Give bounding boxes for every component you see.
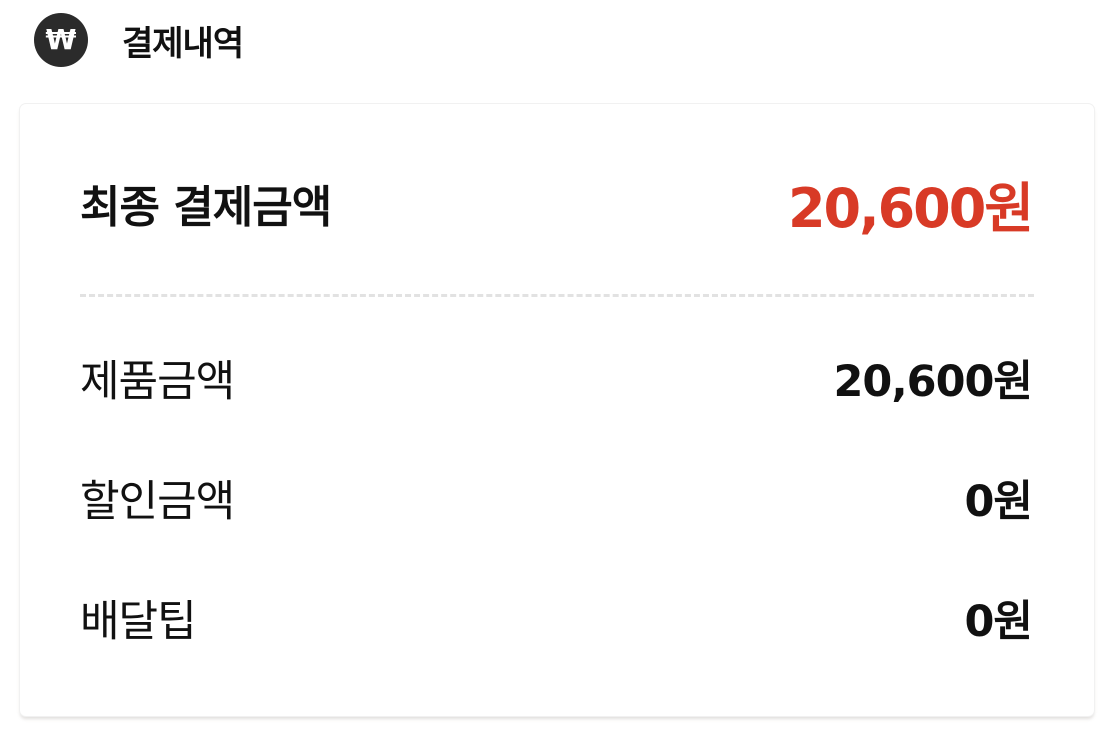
- delivery-tip-value: 0원: [964, 597, 1033, 647]
- dashed-divider: [80, 294, 1034, 297]
- product-amount-label: 제품금액: [80, 357, 235, 407]
- final-payment-amount: 20,600원: [787, 176, 1034, 240]
- delivery-tip-label: 배달팁: [80, 597, 197, 647]
- won-currency-icon: ₩: [34, 13, 88, 67]
- product-amount-row: 제품금액 20,600원: [80, 348, 1033, 408]
- product-amount-value: 20,600원: [833, 357, 1033, 407]
- discount-amount-row: 할인금액 0원: [80, 468, 1033, 528]
- payment-summary-card: 최종 결제금액 20,600원 제품금액 20,600원 할인금액 0원 배달팁…: [20, 104, 1094, 716]
- section-title: 결제내역: [122, 23, 244, 64]
- final-payment-row: 최종 결제금액 20,600원: [80, 168, 1034, 240]
- discount-amount-label: 할인금액: [80, 477, 235, 527]
- discount-amount-value: 0원: [964, 477, 1033, 527]
- delivery-tip-row: 배달팁 0원: [80, 588, 1033, 648]
- won-icon-glyph: ₩: [45, 23, 77, 56]
- section-header: ₩ 결제내역: [34, 12, 244, 68]
- final-payment-label: 최종 결제금액: [80, 182, 332, 233]
